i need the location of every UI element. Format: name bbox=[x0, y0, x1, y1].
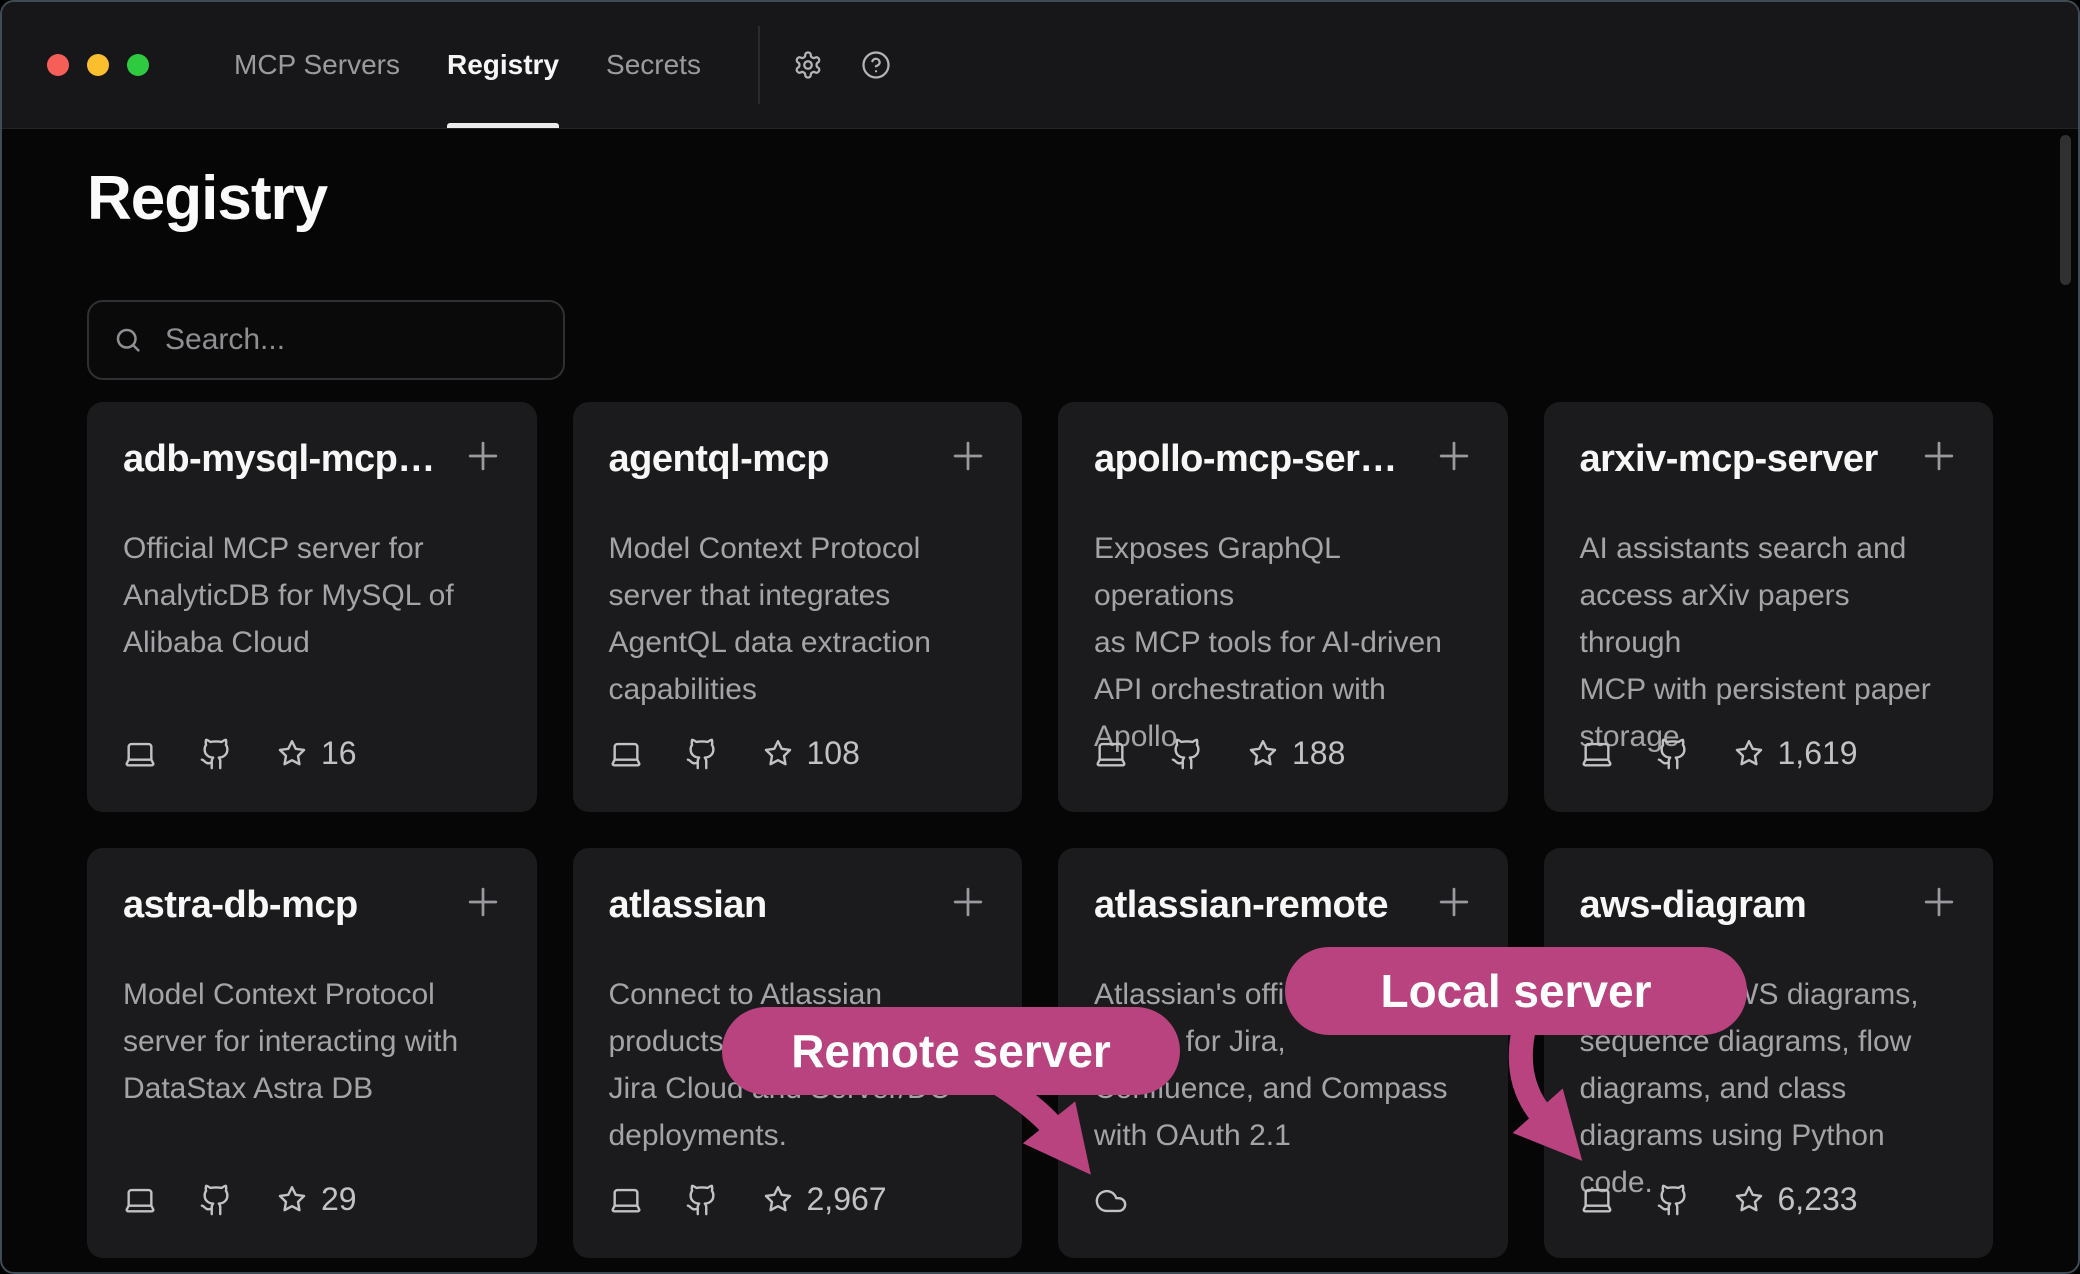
remote-server-callout: Remote server bbox=[722, 1007, 1180, 1095]
local-server-label: Local server bbox=[1380, 964, 1651, 1018]
traffic-lights bbox=[47, 2, 149, 128]
title-bar: MCP Servers Registry Secrets bbox=[2, 2, 2078, 129]
server-name: atlassian bbox=[609, 884, 767, 927]
tab-label: Registry bbox=[447, 49, 559, 81]
help-icon[interactable] bbox=[861, 50, 891, 80]
add-server-button[interactable] bbox=[461, 880, 505, 924]
server-name: astra-db-mcp bbox=[123, 884, 358, 927]
plus-icon bbox=[461, 434, 505, 478]
github-icon[interactable] bbox=[1170, 737, 1204, 771]
star-icon bbox=[1246, 737, 1280, 771]
server-name: adb-mysql-mcp… bbox=[123, 438, 435, 481]
add-server-button[interactable] bbox=[1917, 434, 1961, 478]
settings-icon[interactable] bbox=[793, 50, 823, 80]
add-server-button[interactable] bbox=[1917, 880, 1961, 924]
server-description: AI assistants search and access arXiv pa… bbox=[1580, 525, 1958, 760]
server-name: apollo-mcp-ser… bbox=[1094, 438, 1397, 481]
tab-label: Secrets bbox=[606, 49, 701, 81]
star-icon bbox=[275, 1183, 309, 1217]
github-icon[interactable] bbox=[685, 1183, 719, 1217]
laptop-icon bbox=[1580, 1183, 1614, 1217]
star-icon bbox=[761, 737, 795, 771]
github-icon[interactable] bbox=[1656, 1183, 1690, 1217]
star-icon bbox=[1732, 1183, 1766, 1217]
plus-icon bbox=[1432, 434, 1476, 478]
server-name: agentql-mcp bbox=[609, 438, 829, 481]
server-description: Official MCP server for AnalyticDB for M… bbox=[123, 525, 501, 666]
toolbar-divider bbox=[758, 26, 760, 104]
server-card-agentql-mcp[interactable]: agentql-mcp Model Context Protocol serve… bbox=[573, 402, 1023, 812]
laptop-icon bbox=[1580, 737, 1614, 771]
star-count: 6,233 bbox=[1778, 1181, 1858, 1218]
cloud-icon bbox=[1094, 1184, 1128, 1218]
add-server-button[interactable] bbox=[461, 434, 505, 478]
github-icon[interactable] bbox=[199, 1183, 233, 1217]
server-card-apollo-mcp-server[interactable]: apollo-mcp-ser… Exposes GraphQL operatio… bbox=[1058, 402, 1508, 812]
search-icon bbox=[113, 325, 143, 355]
main-nav-tabs: MCP Servers Registry Secrets bbox=[234, 2, 701, 128]
server-name: atlassian-remote bbox=[1094, 884, 1388, 927]
plus-icon bbox=[461, 880, 505, 924]
server-description: Model Context Protocol server that integ… bbox=[609, 525, 987, 713]
server-description: Exposes GraphQL operations as MCP tools … bbox=[1094, 525, 1472, 760]
plus-icon bbox=[1917, 434, 1961, 478]
close-window-button[interactable] bbox=[47, 54, 69, 76]
page-title: Registry bbox=[87, 163, 1993, 234]
tab-mcp-servers[interactable]: MCP Servers bbox=[234, 2, 400, 128]
plus-icon bbox=[946, 434, 990, 478]
zoom-window-button[interactable] bbox=[127, 54, 149, 76]
server-card-arxiv-mcp-server[interactable]: arxiv-mcp-server AI assistants search an… bbox=[1544, 402, 1994, 812]
search-input[interactable] bbox=[163, 322, 553, 358]
star-count: 188 bbox=[1292, 735, 1345, 772]
star-count: 2,967 bbox=[807, 1181, 887, 1218]
server-card-aws-diagram[interactable]: aws-diagram Generate AWS diagrams, seque… bbox=[1544, 848, 1994, 1258]
server-name: arxiv-mcp-server bbox=[1580, 438, 1878, 481]
star-count: 108 bbox=[807, 735, 860, 772]
star-icon bbox=[1732, 737, 1766, 771]
github-icon[interactable] bbox=[685, 737, 719, 771]
server-card-adb-mysql-mcp[interactable]: adb-mysql-mcp… Official MCP server for A… bbox=[87, 402, 537, 812]
plus-icon bbox=[946, 880, 990, 924]
server-description: Model Context Protocol server for intera… bbox=[123, 971, 501, 1112]
laptop-icon bbox=[123, 737, 157, 771]
server-card-astra-db-mcp[interactable]: astra-db-mcp Model Context Protocol serv… bbox=[87, 848, 537, 1258]
star-icon bbox=[275, 737, 309, 771]
plus-icon bbox=[1432, 880, 1476, 924]
server-name: aws-diagram bbox=[1580, 884, 1807, 927]
laptop-icon bbox=[1094, 737, 1128, 771]
star-count: 16 bbox=[321, 735, 357, 772]
laptop-icon bbox=[123, 1183, 157, 1217]
tab-registry[interactable]: Registry bbox=[447, 2, 559, 128]
local-server-callout: Local server bbox=[1285, 947, 1747, 1035]
vertical-scrollbar[interactable] bbox=[2060, 135, 2071, 285]
minimize-window-button[interactable] bbox=[87, 54, 109, 76]
search-box[interactable] bbox=[87, 300, 565, 380]
github-icon[interactable] bbox=[199, 737, 233, 771]
tab-label: MCP Servers bbox=[234, 49, 400, 81]
star-count: 1,619 bbox=[1778, 735, 1858, 772]
github-icon[interactable] bbox=[1656, 737, 1690, 771]
star-icon bbox=[761, 1183, 795, 1217]
server-card-grid: adb-mysql-mcp… Official MCP server for A… bbox=[87, 402, 1993, 1258]
remote-server-label: Remote server bbox=[791, 1024, 1111, 1078]
add-server-button[interactable] bbox=[946, 880, 990, 924]
plus-icon bbox=[1917, 880, 1961, 924]
laptop-icon bbox=[609, 737, 643, 771]
add-server-button[interactable] bbox=[1432, 434, 1476, 478]
laptop-icon bbox=[609, 1183, 643, 1217]
star-count: 29 bbox=[321, 1181, 357, 1218]
app-window: MCP Servers Registry Secrets Registry ad… bbox=[0, 0, 2080, 1274]
add-server-button[interactable] bbox=[946, 434, 990, 478]
tab-secrets[interactable]: Secrets bbox=[606, 2, 701, 128]
add-server-button[interactable] bbox=[1432, 880, 1476, 924]
